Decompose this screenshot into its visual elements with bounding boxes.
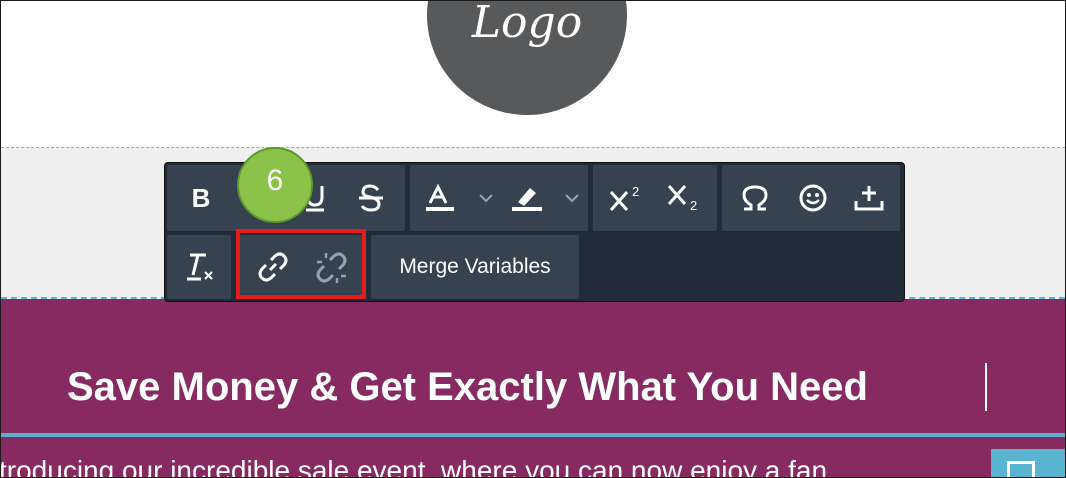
clear-format-icon	[187, 253, 213, 281]
logo-text: Logo	[471, 0, 583, 48]
step-badge: 6	[237, 147, 313, 223]
highlight-dropdown[interactable]	[505, 165, 585, 231]
highlight-icon	[512, 188, 579, 211]
block-action-button[interactable]	[991, 449, 1065, 477]
strikethrough-icon	[359, 184, 383, 212]
text-color-dropdown[interactable]	[417, 165, 501, 231]
omega-icon	[742, 185, 768, 211]
emoji-button[interactable]	[785, 165, 841, 231]
superscript-button[interactable]: 2	[599, 165, 655, 231]
strikethrough-button[interactable]	[343, 165, 399, 231]
print-icon	[1007, 461, 1035, 477]
text-cursor	[985, 363, 987, 411]
insert-button[interactable]	[841, 165, 897, 231]
bold-button[interactable]: B	[173, 165, 229, 231]
headline-text[interactable]: Save Money & Get Exactly What You Need	[67, 365, 868, 409]
logo-image[interactable]: Logo	[427, 0, 627, 115]
subscript-button[interactable]: 2	[657, 165, 713, 231]
emoji-icon	[799, 184, 827, 212]
editor-canvas: Logo Save Money & Get Exactly What You N…	[0, 0, 1066, 478]
svg-text:2: 2	[690, 198, 697, 213]
intro-text[interactable]: troducing our incredible sale event, whe…	[1, 455, 827, 477]
svg-text:2: 2	[632, 184, 639, 199]
subscript-icon: 2	[667, 185, 697, 213]
special-character-button[interactable]	[727, 165, 783, 231]
superscript-icon: 2	[609, 184, 639, 211]
clear-formatting-button[interactable]	[171, 235, 229, 299]
text-color-icon	[426, 183, 493, 211]
merge-variables-button[interactable]: Merge Variables	[371, 235, 579, 299]
callout-highlight-box	[236, 229, 366, 299]
insert-icon	[854, 186, 884, 211]
